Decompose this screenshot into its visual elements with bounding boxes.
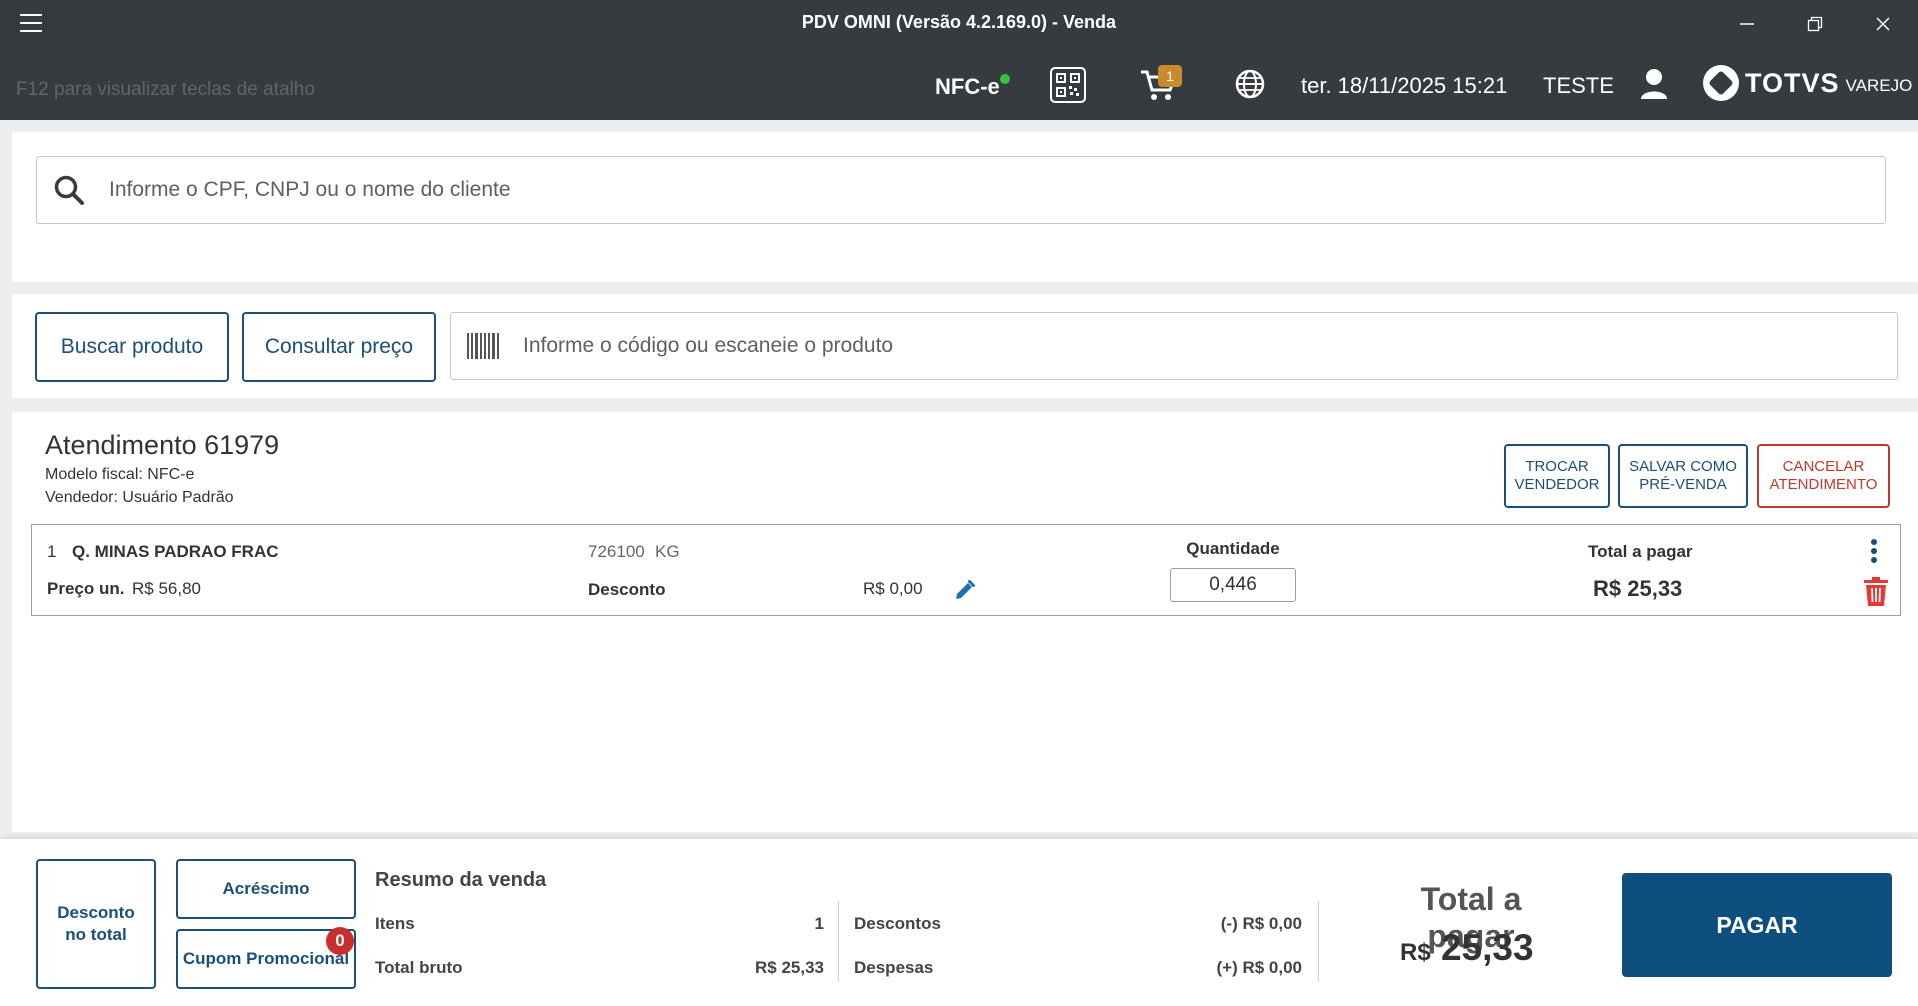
items-label: Itens <box>375 914 415 933</box>
footer: Desconto no total Acréscimo Cupom Promoci… <box>0 838 1918 1006</box>
close-icon[interactable] <box>1868 10 1898 38</box>
item-name: Q. MINAS PADRAO FRAC <box>72 542 279 561</box>
quantity-input[interactable]: 0,446 <box>1170 568 1296 602</box>
fiscal-model: Modelo fiscal: NFC-e <box>45 466 195 483</box>
shortcut-hint: F12 para visualizar teclas de atalho <box>16 79 315 100</box>
search-product-button[interactable]: Buscar produto <box>35 312 229 382</box>
title-bar: PDV OMNI (Versão 4.2.169.0) - Venda F12 … <box>0 0 1918 120</box>
user-icon[interactable] <box>1640 68 1668 100</box>
datetime: ter. 18/11/2025 15:21 <box>1301 73 1508 98</box>
expenses-label: Despesas <box>854 958 934 977</box>
discount-label: Desconto <box>588 580 666 599</box>
product-search-box[interactable] <box>450 312 1898 380</box>
summary-divider <box>838 901 839 981</box>
status-online-icon <box>1000 74 1010 84</box>
sale-item-row[interactable]: 1 Q. MINAS PADRAO FRAC 726100 KG Preço u… <box>31 524 1901 616</box>
search-icon <box>54 175 84 205</box>
item-unit: KG <box>655 542 680 561</box>
save-presale-button[interactable]: SALVAR COMO PRÉ-VENDA <box>1618 444 1748 508</box>
coupon-count-badge: 0 <box>326 927 354 955</box>
product-panel: Buscar produto Consultar preço <box>12 294 1918 398</box>
items-value: 1 <box>814 914 824 933</box>
change-seller-button[interactable]: TROCAR VENDEDOR <box>1504 444 1610 508</box>
barcode-icon <box>467 332 499 360</box>
check-price-button[interactable]: Consultar preço <box>242 312 436 382</box>
window-title: PDV OMNI (Versão 4.2.169.0) - Venda <box>801 12 1117 32</box>
item-index: 1 <box>47 542 57 561</box>
nfce-label: NFC-e <box>935 74 1000 99</box>
summary-title: Resumo da venda <box>375 869 547 891</box>
cart-count-badge: 1 <box>1158 65 1182 87</box>
unit-price-label: Preço un. <box>47 579 125 598</box>
client-search-input[interactable] <box>109 178 1885 202</box>
client-panel <box>12 132 1918 282</box>
globe-icon[interactable] <box>1235 69 1265 99</box>
sale-panel: Atendimento 61979 Modelo fiscal: NFC-e V… <box>12 412 1918 832</box>
qrcode-icon[interactable] <box>1050 67 1086 103</box>
minimize-icon[interactable] <box>1732 10 1762 38</box>
trash-icon[interactable] <box>1863 577 1889 607</box>
totvs-logo-icon <box>1703 65 1739 101</box>
item-total-value: R$ 25,33 <box>1593 576 1683 601</box>
expenses-value: (+) R$ 0,00 <box>1216 958 1302 977</box>
seller: Vendedor: Usuário Padrão <box>45 489 234 506</box>
discounts-label: Descontos <box>854 914 941 933</box>
gross-total-value: R$ 25,33 <box>755 958 824 977</box>
more-options-icon[interactable] <box>1869 539 1879 565</box>
discount-total-button[interactable]: Desconto no total <box>36 859 156 989</box>
unit-price-value: R$ 56,80 <box>132 579 201 598</box>
restore-icon[interactable] <box>1800 10 1830 38</box>
pay-button[interactable]: PAGAR <box>1622 873 1892 977</box>
user-name: TESTE <box>1543 73 1614 98</box>
discount-value: R$ 0,00 <box>863 579 923 598</box>
discounts-value: (-) R$ 0,00 <box>1220 914 1302 933</box>
product-code-input[interactable] <box>523 334 1897 358</box>
quantity-label: Quantidade <box>1186 539 1280 558</box>
edit-pencil-icon[interactable] <box>954 579 976 601</box>
total-divider <box>1318 901 1319 981</box>
gross-total-label: Total bruto <box>375 958 463 977</box>
cancel-service-button[interactable]: CANCELAR ATENDIMENTO <box>1757 444 1890 508</box>
surcharge-button[interactable]: Acréscimo <box>176 859 356 919</box>
client-search-box[interactable] <box>36 156 1886 224</box>
sale-title: Atendimento 61979 <box>45 430 280 460</box>
item-code: 726100 <box>588 542 645 561</box>
totvs-logo: TOTVS VAREJO <box>1703 64 1912 102</box>
grand-total-value: R$ 25,33 <box>1400 927 1534 968</box>
item-total-label: Total a pagar <box>1588 542 1693 561</box>
